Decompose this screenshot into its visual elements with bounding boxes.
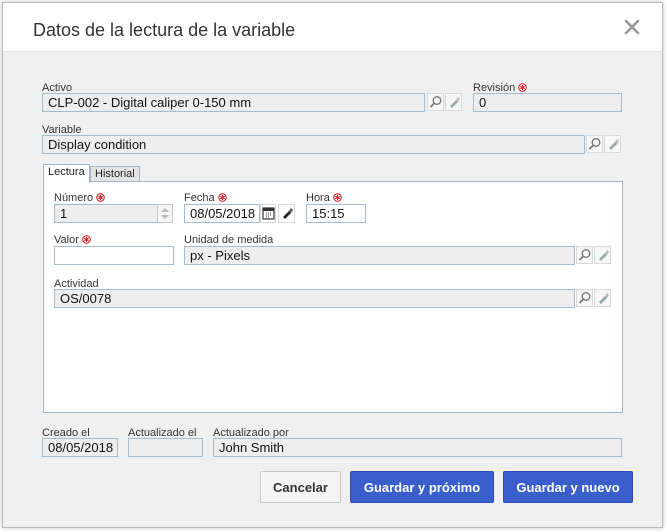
actividad-field[interactable]: OS/0078 bbox=[54, 289, 575, 308]
valor-field[interactable] bbox=[54, 246, 174, 265]
eraser-icon bbox=[608, 139, 619, 150]
actividad-search-button[interactable] bbox=[576, 289, 593, 307]
actualizado-por-field: John Smith bbox=[213, 438, 622, 457]
magnifier-icon bbox=[578, 292, 590, 304]
valor-label: Valor bbox=[54, 234, 91, 246]
unidad-field[interactable]: px - Pixels bbox=[184, 246, 575, 265]
fecha-label: Fecha bbox=[184, 192, 227, 204]
required-asterisk-icon bbox=[518, 83, 528, 92]
activo-clear-button[interactable] bbox=[445, 93, 462, 111]
dialog-titlebar: Datos de la lectura de la variable bbox=[3, 3, 662, 52]
eraser-icon bbox=[282, 208, 293, 219]
unidad-label: Unidad de medida bbox=[184, 234, 274, 246]
required-asterisk-icon bbox=[82, 235, 91, 244]
eraser-icon bbox=[598, 293, 609, 304]
calendar-button[interactable] bbox=[260, 204, 276, 223]
hora-field[interactable]: 15:15 bbox=[306, 204, 366, 223]
hora-label: Hora bbox=[306, 192, 342, 204]
magnifier-icon bbox=[578, 249, 590, 261]
variable-field[interactable]: Display condition bbox=[42, 135, 585, 154]
dialog-title: Datos de la lectura de la variable bbox=[33, 20, 296, 40]
unidad-search-button[interactable] bbox=[576, 246, 593, 264]
eraser-icon bbox=[598, 250, 609, 261]
spinner-arrows-icon bbox=[161, 208, 169, 219]
magnifier-icon bbox=[429, 96, 441, 108]
fecha-field[interactable]: 08/05/2018 bbox=[184, 204, 260, 223]
numero-field[interactable]: 1 bbox=[54, 204, 158, 223]
numero-spinner[interactable] bbox=[157, 204, 173, 223]
activo-search-button[interactable] bbox=[427, 93, 444, 111]
fecha-clear-button[interactable] bbox=[278, 204, 295, 223]
variable-search-button[interactable] bbox=[586, 135, 603, 153]
variable-clear-button[interactable] bbox=[604, 135, 621, 153]
revision-field[interactable]: 0 bbox=[473, 93, 622, 112]
calendar-icon bbox=[261, 207, 275, 220]
cancel-button[interactable]: Cancelar bbox=[260, 471, 341, 503]
eraser-icon bbox=[449, 97, 460, 108]
unidad-clear-button[interactable] bbox=[594, 246, 611, 264]
actualizado-field bbox=[128, 438, 203, 457]
activo-field[interactable]: CLP-002 - Digital caliper 0-150 mm bbox=[42, 93, 425, 112]
creado-field: 08/05/2018 bbox=[42, 438, 118, 457]
dialog: Datos de la lectura de la variable Activ… bbox=[2, 2, 663, 528]
save-next-button[interactable]: Guardar y próximo bbox=[350, 471, 494, 503]
save-new-button[interactable]: Guardar y nuevo bbox=[503, 471, 633, 503]
numero-label: Número bbox=[54, 192, 105, 204]
actividad-clear-button[interactable] bbox=[594, 289, 611, 307]
tab-lectura[interactable]: Lectura bbox=[43, 164, 90, 183]
magnifier-icon bbox=[588, 138, 600, 150]
required-asterisk-icon bbox=[96, 193, 105, 202]
close-icon[interactable] bbox=[622, 17, 642, 37]
required-asterisk-icon bbox=[217, 193, 227, 202]
required-asterisk-icon bbox=[333, 193, 342, 202]
lectura-panel: Número 1 Fecha 08/05/2018 Hora 15:15 Val… bbox=[43, 181, 623, 413]
